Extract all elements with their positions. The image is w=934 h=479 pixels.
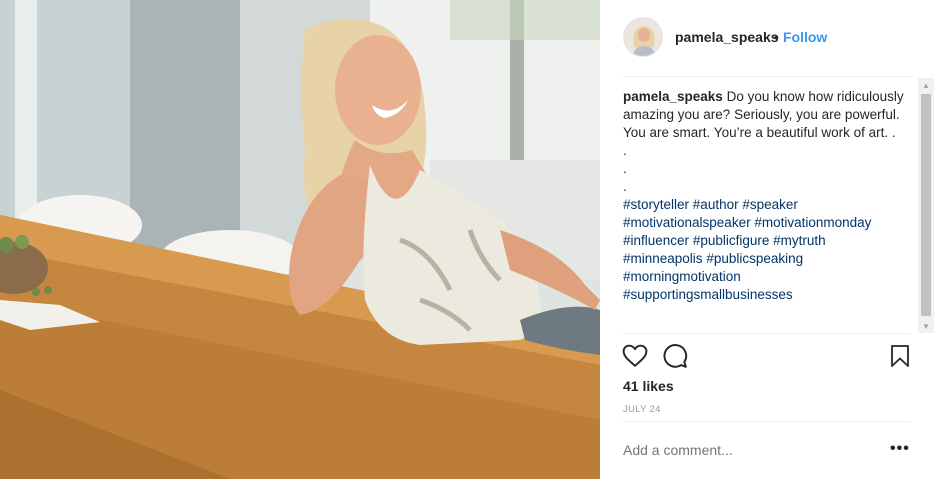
hashtag-link[interactable]: #storyteller [623,197,689,212]
hashtag-link[interactable]: #mytruth [773,233,826,248]
likes-count[interactable]: 41 likes [623,378,674,394]
hashtag-link[interactable]: #motivationmonday [754,215,871,230]
hashtag-link[interactable]: #publicfigure [693,233,770,248]
comment-icon[interactable] [662,343,688,369]
header-username[interactable]: pamela_speaks [675,29,779,45]
scroll-up-arrow-icon[interactable]: ▲ [918,78,934,92]
caption-dot: . [623,161,627,176]
hashtag-link[interactable]: #author [693,197,739,212]
comments-scrollbar[interactable]: ▲ ▼ [918,78,934,333]
hashtag-link[interactable]: #supportingsmallbusinesses [623,287,793,302]
hashtag-link[interactable]: #speaker [742,197,798,212]
avatar-image [624,18,662,56]
divider [623,421,911,422]
caption-username[interactable]: pamela_speaks [623,89,723,104]
caption-dot: . [623,143,627,158]
post-header: pamela_speaks • Follow [600,0,934,76]
hashtag-link[interactable]: #influencer [623,233,689,248]
bookmark-icon[interactable] [888,343,912,369]
comments-area[interactable]: pamela_speaks Do you know how ridiculous… [623,88,915,334]
more-options-button[interactable]: ••• [890,440,910,458]
post-photo-illustration [0,0,600,479]
header-separator: • [774,29,779,45]
add-comment-input[interactable] [623,442,873,458]
post-photo[interactable] [0,0,600,479]
scroll-down-arrow-icon[interactable]: ▼ [918,319,934,333]
divider [623,333,911,334]
hashtag-line: #morningmotivation [623,268,915,286]
post-date[interactable]: JULY 24 [623,404,661,415]
divider [623,76,911,77]
hashtag-line: #supportingsmallbusinesses [623,286,915,304]
heart-icon[interactable] [622,343,648,369]
follow-button[interactable]: Follow [783,29,827,45]
scrollbar-thumb[interactable] [921,94,931,316]
avatar[interactable] [623,17,663,57]
caption: pamela_speaks Do you know how ridiculous… [623,88,915,304]
caption-dot: . [623,179,627,194]
hashtag-link[interactable]: #motivationalspeaker [623,215,751,230]
post-sidebar: pamela_speaks • Follow pamela_speaks Do … [600,0,934,479]
hashtag-link[interactable]: #publicspeaking [706,251,803,266]
hashtag-line: #storyteller #author #speaker [623,196,915,214]
hashtag-line: #minneapolis #publicspeaking [623,250,915,268]
hashtag-link[interactable]: #minneapolis [623,251,703,266]
hashtag-link[interactable]: #morningmotivation [623,269,741,284]
hashtag-line: #influencer #publicfigure #mytruth [623,232,915,250]
hashtag-line: #motivationalspeaker #motivationmonday [623,214,915,232]
